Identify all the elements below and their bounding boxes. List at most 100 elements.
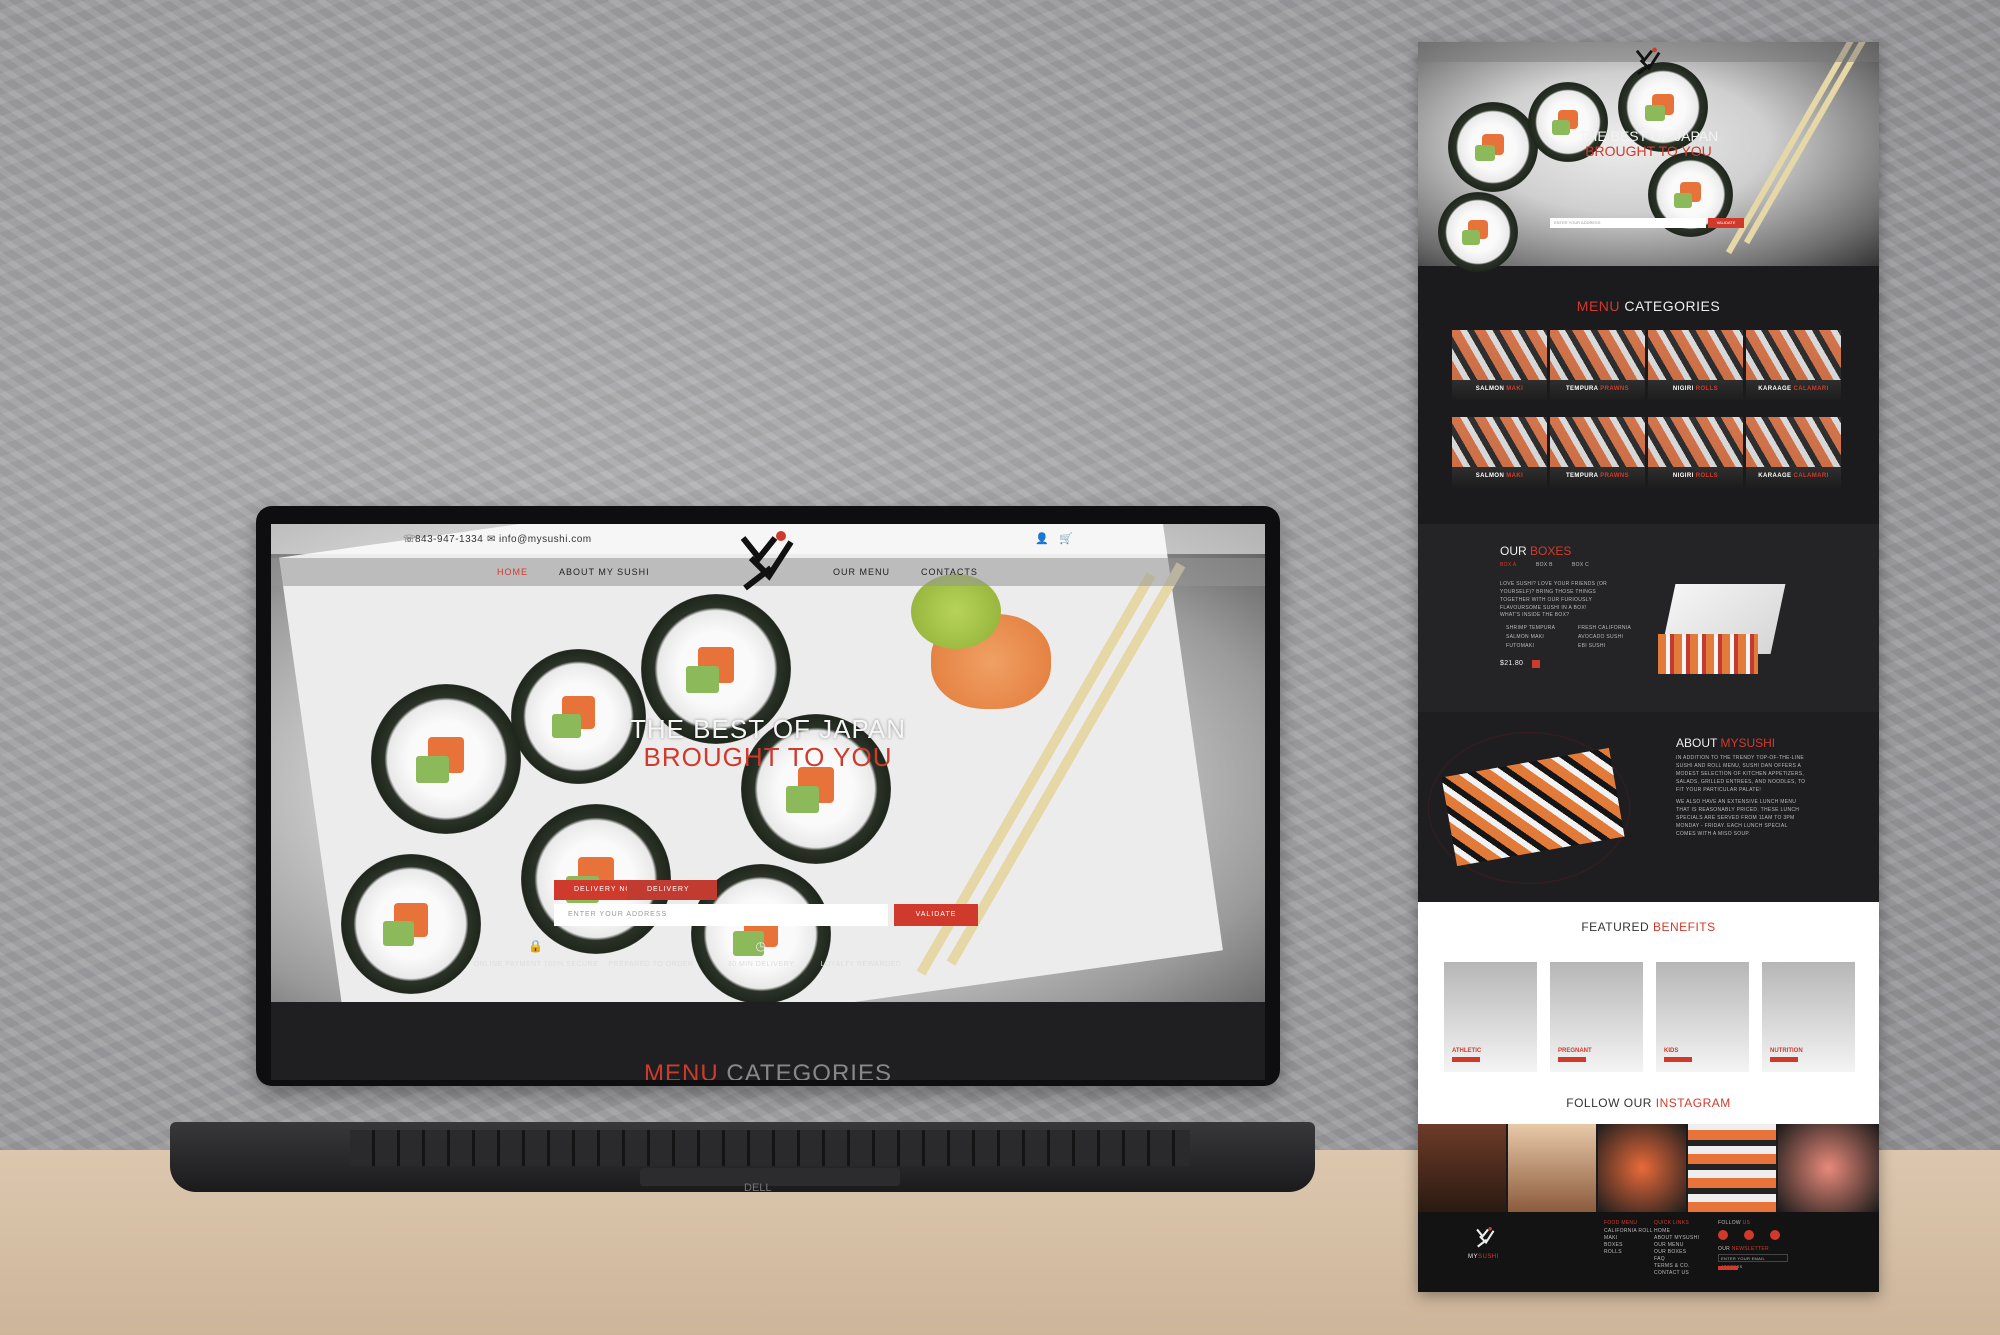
- category-image: [1452, 417, 1547, 467]
- mail-icon: ✉: [487, 534, 496, 545]
- read-more-button[interactable]: [1664, 1057, 1692, 1062]
- benefit-card[interactable]: KIDS: [1656, 962, 1749, 1072]
- cart-icon[interactable]: 🛒: [1059, 532, 1073, 545]
- tall-hero: THE BEST OF JAPAN BROUGHT TO YOU ENTER Y…: [1418, 42, 1879, 272]
- boxes-intro: LOVE SUSHI? LOVE YOUR FRIENDS (OR YOURSE…: [1500, 581, 1608, 611]
- sushi-roll-image: [1438, 192, 1518, 272]
- category-tile[interactable]: TEMPURA PRAWNS: [1550, 330, 1645, 402]
- box-item: SALMON MAKI: [1506, 634, 1545, 640]
- title-accent: MENU: [644, 1060, 719, 1080]
- category-tile[interactable]: SALMON MAKI: [1452, 417, 1547, 489]
- box-tab[interactable]: BOX C: [1572, 562, 1589, 568]
- box-item: EBI SUSHI: [1578, 643, 1606, 649]
- category-image: [1550, 330, 1645, 380]
- laptop-brand: DELL: [744, 1182, 772, 1194]
- about-paragraph: WE ALSO HAVE AN EXTENSIVE LUNCH MENU THA…: [1676, 799, 1800, 837]
- box-tab[interactable]: BOX B: [1536, 562, 1553, 568]
- quick-links-title: QUICK LINKS: [1654, 1220, 1689, 1226]
- read-more-button[interactable]: [1452, 1057, 1480, 1062]
- delivery-later-tab[interactable]: DELIVERY LATER: [627, 880, 717, 913]
- laptop-screen: HOME ABOUT MY SUSHI OUR MENU CONTACTS ☏ …: [271, 524, 1265, 1080]
- box-tab[interactable]: BOX A: [1500, 562, 1517, 568]
- address-input[interactable]: ENTER YOUR ADDRESS: [554, 904, 888, 926]
- instagram-photo[interactable]: [1778, 1124, 1879, 1212]
- category-image: [1648, 330, 1743, 380]
- footer-link[interactable]: CONTACT US: [1654, 1270, 1689, 1276]
- category-label: KARAAGE CALAMARI: [1758, 473, 1829, 479]
- twitter-icon[interactable]: [1770, 1230, 1780, 1240]
- user-icon[interactable]: 👤: [1035, 532, 1049, 545]
- email-link[interactable]: info@mysushi.com: [499, 534, 592, 545]
- category-label: NIGIRI ROLLS: [1672, 386, 1719, 392]
- category-tile[interactable]: NIGIRI ROLLS: [1648, 330, 1743, 402]
- phone-number[interactable]: 843-947-1334: [415, 534, 483, 545]
- about-title: ABOUT MYSUSHI: [1676, 736, 1776, 750]
- validate-button[interactable]: VALIDATE: [894, 904, 978, 926]
- footer-link[interactable]: ROLLS: [1604, 1249, 1622, 1255]
- laptop-keyboard: [350, 1130, 1190, 1166]
- mysushi-logo[interactable]: [741, 528, 797, 592]
- footer-link[interactable]: MAKI: [1604, 1235, 1617, 1241]
- box-item: AVOCADO SUSHI: [1578, 634, 1624, 640]
- category-label: SALMON MAKI: [1475, 386, 1524, 392]
- benefit-card[interactable]: NUTRITION: [1762, 962, 1855, 1072]
- feature-label: LOYALTY REWARDED: [820, 961, 902, 968]
- footer-link[interactable]: ABOUT MYSUSHI: [1654, 1235, 1699, 1241]
- footer-link[interactable]: OUR MENU: [1654, 1242, 1684, 1248]
- nav-home[interactable]: HOME: [497, 567, 528, 577]
- title-accent: MENU: [1576, 298, 1621, 314]
- category-tile[interactable]: SALMON MAKI: [1452, 330, 1547, 402]
- nav-menu[interactable]: OUR MENU: [833, 567, 890, 577]
- read-more-button[interactable]: [1770, 1057, 1798, 1062]
- instagram-icon[interactable]: [1744, 1230, 1754, 1240]
- category-label: TEMPURA PRAWNS: [1565, 386, 1630, 392]
- newsletter-input[interactable]: ENTER YOUR EMAIL ADDRESS: [1718, 1254, 1788, 1269]
- nav-contacts[interactable]: CONTACTS: [921, 567, 978, 577]
- instagram-photo[interactable]: [1598, 1124, 1686, 1212]
- follow-title: FOLLOW US: [1718, 1220, 1751, 1226]
- category-tile[interactable]: KARAAGE CALAMARI: [1746, 330, 1841, 402]
- benefit-card[interactable]: ATHLETIC: [1444, 962, 1537, 1072]
- sushi-roll-image: [341, 854, 481, 994]
- facebook-icon[interactable]: [1718, 1230, 1728, 1240]
- footer-link[interactable]: CALIFORNIA ROLL: [1604, 1228, 1653, 1234]
- category-image: [1452, 330, 1547, 380]
- add-to-cart-button[interactable]: [1532, 660, 1540, 668]
- footer: MYSUSHI FOOD MENU CALIFORNIA ROLL MAKI B…: [1418, 1212, 1879, 1292]
- sushi-roll-image: [521, 804, 671, 954]
- tall-address-input[interactable]: ENTER YOUR ADDRESS: [1550, 218, 1706, 228]
- about-paragraph: IN ADDITION TO THE TRENDY TOP-OF-THE-LIN…: [1676, 755, 1806, 793]
- newsletter-title: OUR NEWSLETTER: [1718, 1246, 1769, 1252]
- benefit-card[interactable]: PREGNANT: [1550, 962, 1643, 1072]
- hero-title-line2: BROUGHT TO YOU: [643, 742, 893, 772]
- food-menu-title: FOOD MENU: [1604, 1220, 1638, 1226]
- category-tile[interactable]: NIGIRI ROLLS: [1648, 417, 1743, 489]
- footer-link[interactable]: BOXES: [1604, 1242, 1623, 1248]
- category-tile[interactable]: KARAAGE CALAMARI: [1746, 417, 1841, 489]
- feature-label: ONLINE PAYMENT 100% SECURE: [473, 961, 599, 968]
- category-image: [1648, 417, 1743, 467]
- tall-validate-button[interactable]: VALIDATE: [1708, 218, 1744, 228]
- footer-link[interactable]: HOME: [1654, 1228, 1670, 1234]
- subscribe-button[interactable]: [1718, 1266, 1738, 1270]
- full-page-mockup: THE BEST OF JAPAN BROUGHT TO YOU ENTER Y…: [1418, 42, 1879, 1292]
- mysushi-logo[interactable]: [1636, 46, 1662, 76]
- boxes-title: OUR BOXES: [1500, 544, 1572, 558]
- heart-icon: ♡: [855, 939, 867, 953]
- footer-link[interactable]: TERMS & CO.: [1654, 1263, 1690, 1269]
- footer-logo[interactable]: [1476, 1226, 1496, 1248]
- feature-label: 30 MIN DELIVERY: [727, 961, 795, 968]
- benefits-title: FEATURED BENEFITS: [1581, 920, 1716, 934]
- footer-link[interactable]: OUR BOXES: [1654, 1249, 1686, 1255]
- about-section: ABOUT MYSUSHI IN ADDITION TO THE TRENDY …: [1418, 712, 1879, 902]
- instagram-photo[interactable]: [1418, 1124, 1506, 1212]
- category-tile[interactable]: TEMPURA PRAWNS: [1550, 417, 1645, 489]
- nav-about[interactable]: ABOUT MY SUSHI: [559, 567, 650, 577]
- category-label: TEMPURA PRAWNS: [1565, 473, 1630, 479]
- instagram-photo[interactable]: [1508, 1124, 1596, 1212]
- footer-link[interactable]: FAQ: [1654, 1256, 1665, 1262]
- instagram-photo[interactable]: [1688, 1124, 1776, 1212]
- benefit-label: KIDS: [1664, 1048, 1679, 1054]
- read-more-button[interactable]: [1558, 1057, 1586, 1062]
- boxes-section: OUR BOXES BOX A BOX B BOX C LOVE SUSHI? …: [1418, 524, 1879, 712]
